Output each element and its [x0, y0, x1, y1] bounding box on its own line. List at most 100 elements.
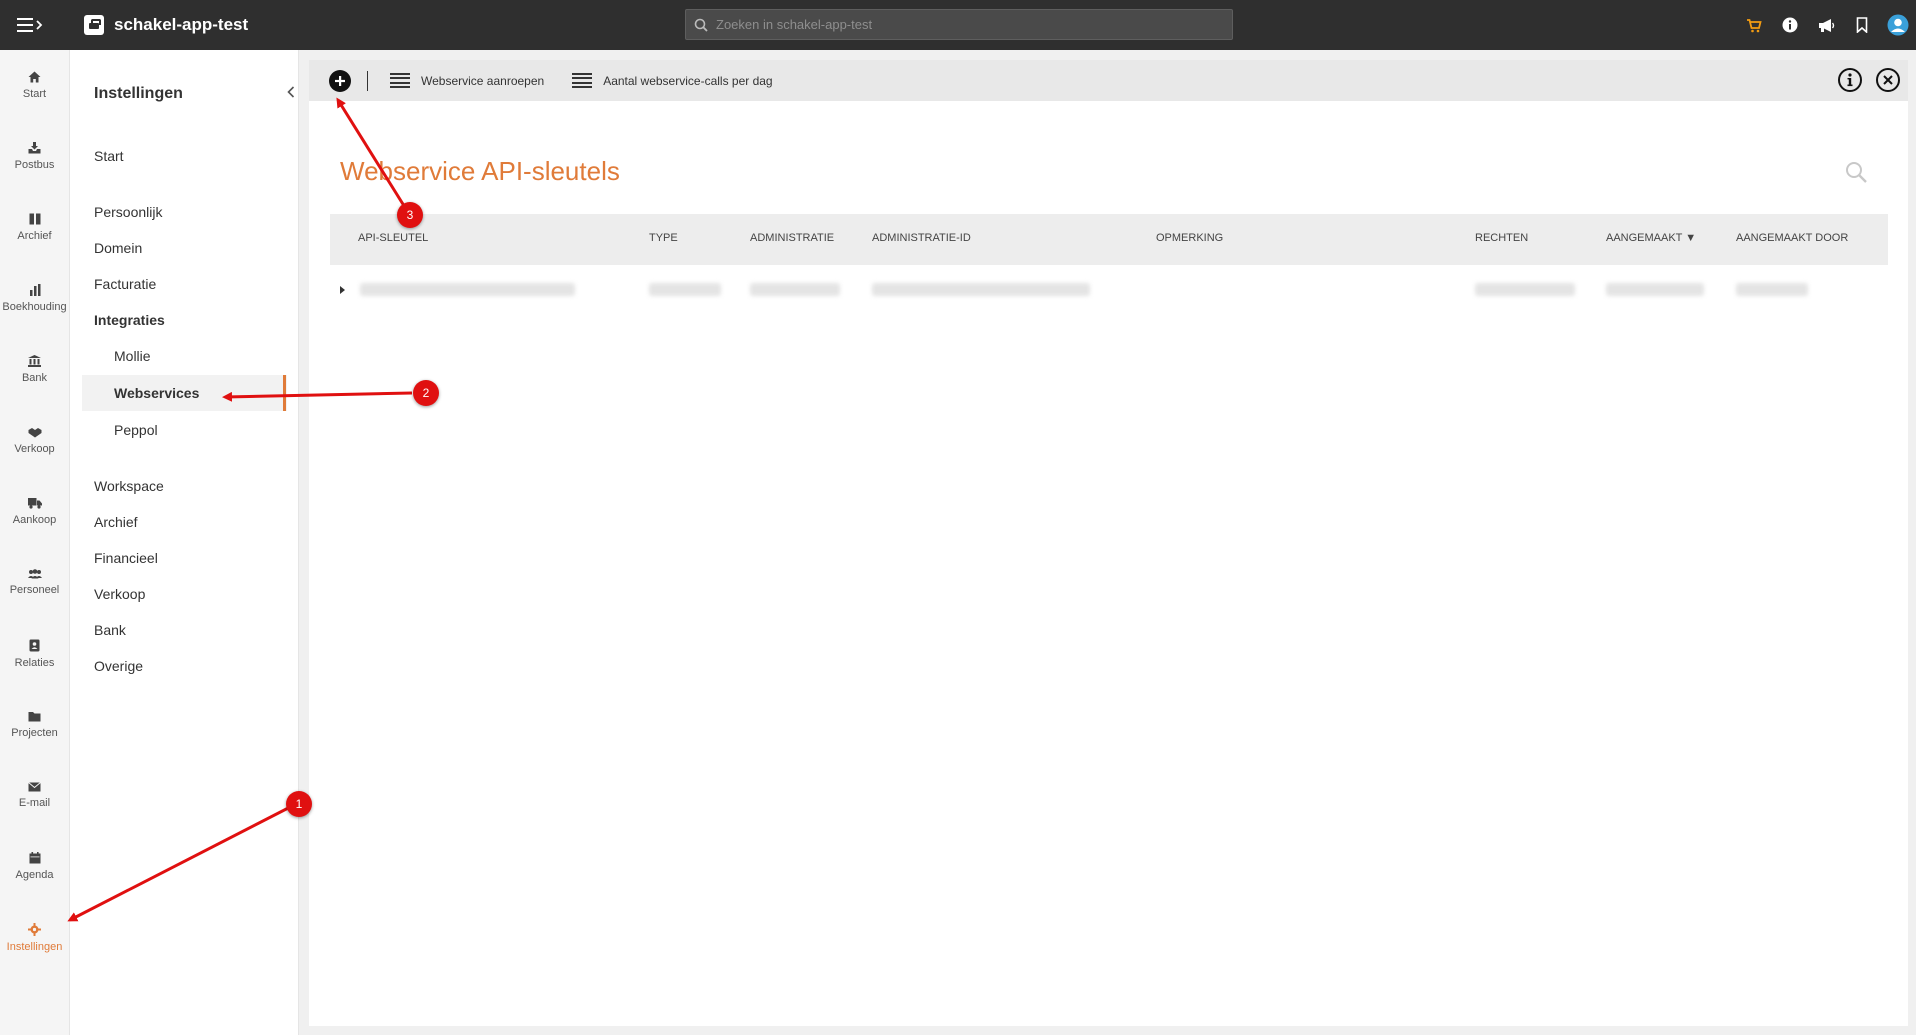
chevron-left-icon: [286, 86, 294, 98]
archive-icon: [29, 213, 40, 225]
list-icon: [572, 72, 593, 89]
main-content: Webservice aanroepen Aantal webservice-c…: [309, 60, 1908, 1026]
calls-per-day-button[interactable]: Aantal webservice-calls per dag: [572, 72, 773, 89]
toolbar: Webservice aanroepen Aantal webservice-c…: [309, 60, 1908, 101]
rail-label: Personeel: [9, 584, 60, 596]
module-rail: Start Postbus Archief Boekhouding Bank V…: [0, 50, 70, 1035]
annotation-badge-1: 1: [286, 791, 312, 817]
col-aangemaakt[interactable]: AANGEMAAKT ▼: [1606, 232, 1696, 244]
rail-item-instellingen[interactable]: Instellingen: [0, 902, 69, 973]
nav-item-domein[interactable]: Domein: [94, 240, 142, 256]
rail-label: Postbus: [14, 159, 55, 171]
col-aangemaakt-door[interactable]: AANGEMAAKT DOOR: [1736, 232, 1848, 244]
toolbar-right: [1838, 68, 1900, 92]
annotation-badge-2: 2: [413, 380, 439, 406]
rail-label: Instellingen: [6, 940, 63, 953]
nav-item-workspace[interactable]: Workspace: [94, 478, 164, 494]
nav-item-bank[interactable]: Bank: [94, 622, 126, 638]
info-button[interactable]: [1838, 68, 1862, 92]
contacts-icon: [29, 639, 40, 651]
rail-item-personeel[interactable]: Personeel: [0, 547, 69, 618]
call-webservice-button[interactable]: Webservice aanroepen: [390, 72, 545, 89]
rail-label: Start: [22, 88, 47, 100]
rail-item-postbus[interactable]: Postbus: [0, 121, 69, 192]
rail-label: Relaties: [14, 656, 55, 669]
redacted-cell: [649, 283, 721, 296]
redacted-cell: [360, 283, 575, 296]
cart-icon[interactable]: [1736, 0, 1772, 50]
redacted-cell: [1736, 283, 1808, 296]
rail-item-start[interactable]: Start: [0, 50, 69, 121]
search-input[interactable]: [716, 17, 1216, 32]
app-title: schakel-app-test: [114, 15, 249, 34]
toolbar-divider: [367, 70, 368, 91]
nav-item-mollie[interactable]: Mollie: [82, 338, 287, 374]
info-icon[interactable]: [1772, 0, 1808, 50]
rail-label: Aankoop: [12, 514, 57, 526]
nav-item-webservices[interactable]: Webservices: [82, 375, 287, 411]
call-webservice-label: Webservice aanroepen: [421, 73, 545, 88]
truck-icon: [27, 498, 42, 509]
nav-item-facturatie[interactable]: Facturatie: [94, 276, 156, 292]
rail-item-archief[interactable]: Archief: [0, 192, 69, 263]
nav-item-financieel[interactable]: Financieel: [94, 550, 158, 566]
col-api-key[interactable]: API-SLEUTEL: [358, 232, 428, 244]
search-icon: [1846, 162, 1867, 183]
top-icons: [1736, 0, 1916, 50]
rail-label: Boekhouding: [2, 301, 67, 313]
plus-icon: [335, 75, 345, 86]
rail-item-aankoop[interactable]: Aankoop: [0, 476, 69, 547]
col-rechten[interactable]: RECHTEN: [1475, 232, 1528, 244]
gear-icon: [28, 922, 41, 936]
redacted-cell: [750, 283, 840, 296]
api-keys-table: API-SLEUTEL TYPE ADMINISTRATIE ADMINISTR…: [330, 214, 1888, 316]
calendar-icon: [29, 852, 40, 864]
rail-item-projecten[interactable]: Projecten: [0, 689, 69, 760]
home-icon: [28, 71, 41, 83]
rail-item-verkoop[interactable]: Verkoop: [0, 405, 69, 476]
active-indicator: [283, 375, 286, 411]
nav-item-verkoop[interactable]: Verkoop: [94, 586, 145, 602]
nav-item-integraties[interactable]: Integraties: [94, 312, 165, 328]
rail-item-relaties[interactable]: Relaties: [0, 618, 69, 689]
nav-item-archief[interactable]: Archief: [94, 514, 138, 530]
folder-icon: [28, 711, 41, 721]
user-avatar-icon[interactable]: [1880, 0, 1916, 50]
megaphone-icon[interactable]: [1808, 0, 1844, 50]
col-opmerking[interactable]: OPMERKING: [1156, 232, 1223, 244]
search-icon: [694, 18, 708, 32]
rail-item-email[interactable]: E-mail: [0, 760, 69, 831]
redacted-cell: [1475, 283, 1575, 296]
add-api-key-button[interactable]: [329, 69, 351, 92]
rail-item-agenda[interactable]: Agenda: [0, 831, 69, 902]
menu-toggle-button[interactable]: [0, 0, 60, 50]
expand-row-icon[interactable]: [339, 285, 346, 298]
col-administratie[interactable]: ADMINISTRATIE: [750, 232, 834, 244]
close-icon: [1883, 75, 1893, 85]
rail-label: Projecten: [11, 726, 58, 739]
page-title: Webservice API-sleutels: [340, 156, 620, 186]
collapse-sidebar-button[interactable]: [282, 70, 299, 114]
table-row[interactable]: [330, 265, 1888, 316]
bar-chart-icon: [29, 284, 40, 296]
col-administratie-id[interactable]: ADMINISTRATIE-ID: [872, 232, 971, 244]
close-button[interactable]: [1876, 68, 1900, 92]
global-search[interactable]: [685, 9, 1233, 40]
rail-label: Verkoop: [14, 442, 55, 455]
rail-item-bank[interactable]: Bank: [0, 334, 69, 405]
rail-label: Bank: [21, 372, 48, 384]
settings-sidebar: Instellingen Start Persoonlijk Domein Fa…: [70, 50, 299, 1035]
nav-item-peppol[interactable]: Peppol: [82, 412, 287, 448]
info-icon: [1847, 73, 1853, 87]
bookmark-icon[interactable]: [1844, 0, 1880, 50]
nav-item-persoonlijk[interactable]: Persoonlijk: [94, 204, 162, 220]
users-icon: [27, 569, 42, 579]
rail-item-boekhouding[interactable]: Boekhouding: [0, 263, 69, 334]
top-bar: schakel-app-test: [0, 0, 1916, 50]
nav-item-start[interactable]: Start: [94, 148, 124, 164]
table-search-button[interactable]: [1844, 160, 1870, 186]
annotation-badge-3: 3: [397, 202, 423, 228]
nav-item-overige[interactable]: Overige: [94, 658, 143, 674]
col-type[interactable]: TYPE: [649, 232, 678, 244]
bank-icon: [28, 355, 41, 367]
